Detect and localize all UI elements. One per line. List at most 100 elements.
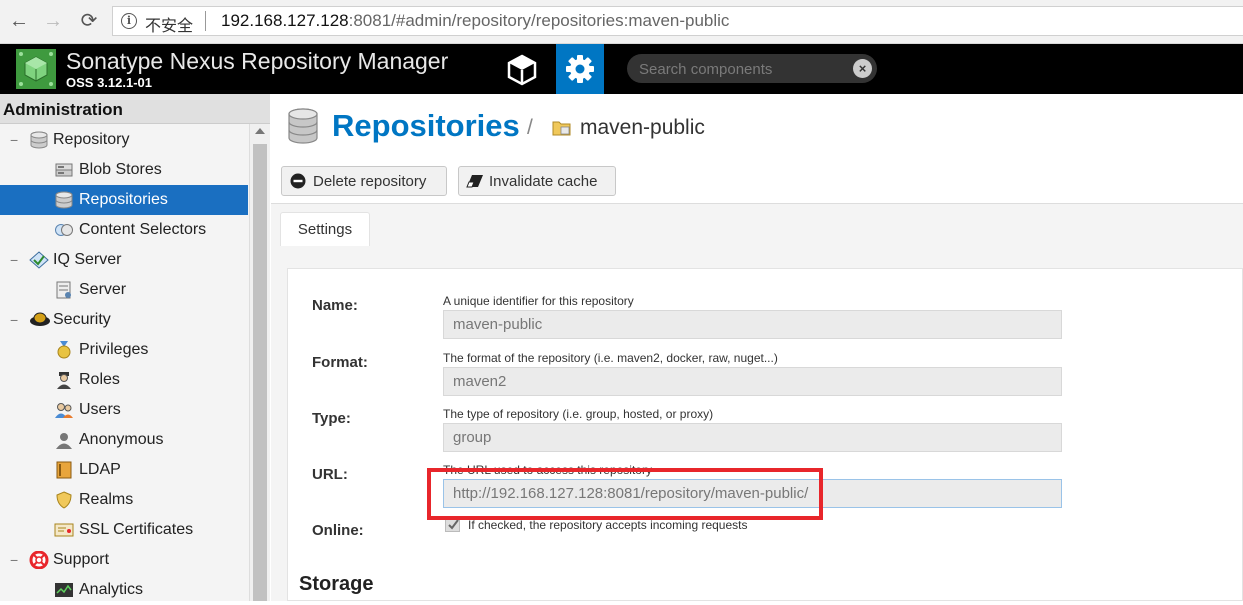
search-box[interactable]: × <box>627 54 877 83</box>
lifebuoy-icon <box>29 550 49 570</box>
medal-icon <box>54 341 74 359</box>
name-help: A unique identifier for this repository <box>443 294 634 308</box>
toolbar: Delete repository Invalidate cache <box>271 158 1243 204</box>
users-icon <box>54 401 74 419</box>
url-host: 192.168.127.128 <box>221 11 349 30</box>
database-icon <box>54 191 74 209</box>
insecure-label[interactable]: 不安全 <box>145 12 193 36</box>
eraser-icon <box>466 175 483 188</box>
name-field[interactable]: maven-public <box>443 310 1062 339</box>
sidebar-item-iq-server[interactable]: − IQ Server <box>0 245 248 275</box>
iq-server-icon <box>29 251 49 269</box>
folder-icon <box>552 121 571 136</box>
sidebar-item-label: Anonymous <box>79 431 164 448</box>
breadcrumb-current: maven-public <box>580 116 705 139</box>
ldap-icon <box>54 461 74 479</box>
invalidate-cache-label: Invalidate cache <box>489 173 598 190</box>
tab-settings[interactable]: Settings <box>280 212 370 246</box>
type-field[interactable]: group <box>443 423 1062 452</box>
anonymous-icon <box>54 431 74 449</box>
scroll-up-arrow-icon[interactable] <box>255 128 265 134</box>
type-help: The type of repository (i.e. group, host… <box>443 407 714 421</box>
sidebar-item-support[interactable]: − Support <box>0 545 248 575</box>
forward-arrow-icon[interactable]: → <box>40 8 66 34</box>
type-label: Type: <box>312 410 351 427</box>
breadcrumb-separator: / <box>527 116 533 139</box>
nexus-logo-icon[interactable] <box>16 49 56 89</box>
address-bar[interactable]: i 不安全 192.168.127.128:8081/#admin/reposi… <box>112 6 1243 36</box>
sidebar-item-realms[interactable]: Realms <box>0 485 248 515</box>
sidebar-item-anonymous[interactable]: Anonymous <box>0 425 248 455</box>
collapse-toggle-icon[interactable]: − <box>10 132 18 148</box>
format-field[interactable]: maven2 <box>443 367 1062 396</box>
settings-form: Name: A unique identifier for this repos… <box>287 268 1243 601</box>
scrollbar-thumb[interactable] <box>253 144 267 601</box>
cube-icon <box>507 54 537 86</box>
sidebar-item-ssl-certificates[interactable]: SSL Certificates <box>0 515 248 545</box>
admin-mode-button[interactable] <box>556 44 604 94</box>
page-title[interactable]: Repositories <box>332 108 520 144</box>
delete-repository-button[interactable]: Delete repository <box>281 166 447 196</box>
format-help: The format of the repository (i.e. maven… <box>443 351 778 365</box>
browser-bar: ← → ⟳ i 不安全 192.168.127.128:8081/#admin/… <box>0 0 1243 44</box>
shield-icon <box>54 491 74 509</box>
sidebar-item-repositories[interactable]: Repositories <box>0 185 248 215</box>
search-input[interactable] <box>639 59 839 79</box>
reload-icon[interactable]: ⟳ <box>76 8 102 34</box>
collapse-toggle-icon[interactable]: − <box>10 552 18 568</box>
blob-store-icon <box>54 161 74 179</box>
security-icon <box>29 311 50 329</box>
sidebar-item-label: Support <box>53 551 110 568</box>
back-arrow-icon[interactable]: ← <box>6 8 32 34</box>
collapse-toggle-icon[interactable]: − <box>10 312 18 328</box>
sidebar-item-label: Blob Stores <box>79 161 162 178</box>
collapse-toggle-icon[interactable]: − <box>10 252 18 268</box>
content-selector-icon <box>54 221 74 239</box>
server-icon <box>54 281 74 299</box>
role-icon <box>54 371 74 389</box>
storage-section-title: Storage <box>299 573 374 595</box>
sidebar: Administration − Repository Blob Stores Rep… <box>0 94 270 601</box>
app-header: Sonatype Nexus Repository Manager OSS 3.… <box>0 44 1243 94</box>
analytics-icon <box>54 581 74 599</box>
sidebar-item-label: SSL Certificates <box>79 521 194 538</box>
url-highlight-annotation <box>427 468 823 520</box>
url-path: :8081/#admin/repository/repositories:mav… <box>348 11 730 30</box>
online-help: If checked, the repository accepts incom… <box>468 518 748 532</box>
sidebar-item-blob-stores[interactable]: Blob Stores <box>0 155 248 185</box>
address-separator <box>205 11 206 31</box>
sidebar-item-label: Server <box>79 281 127 298</box>
app-version: OSS 3.12.1-01 <box>66 75 152 90</box>
sidebar-item-label: LDAP <box>79 461 121 478</box>
app-title: Sonatype Nexus Repository Manager <box>66 48 449 74</box>
database-icon <box>288 108 318 144</box>
sidebar-item-content-selectors[interactable]: Content Selectors <box>0 215 248 245</box>
format-label: Format: <box>312 354 368 371</box>
sidebar-title: Administration <box>0 94 270 124</box>
sidebar-item-label: IQ Server <box>53 251 122 268</box>
sidebar-item-label: Privileges <box>79 341 149 358</box>
invalidate-cache-button[interactable]: Invalidate cache <box>458 166 616 196</box>
breadcrumb: Repositories / maven-public <box>271 94 1243 158</box>
sidebar-item-label: Roles <box>79 371 120 388</box>
gear-icon <box>566 55 594 83</box>
sidebar-item-privileges[interactable]: Privileges <box>0 335 248 365</box>
sidebar-scrollbar[interactable] <box>249 124 270 601</box>
info-icon[interactable]: i <box>121 13 137 29</box>
sidebar-item-roles[interactable]: Roles <box>0 365 248 395</box>
database-icon <box>29 131 49 149</box>
sidebar-item-label: Repositories <box>79 191 168 208</box>
sidebar-item-security[interactable]: − Security <box>0 305 248 335</box>
sidebar-item-repository[interactable]: − Repository <box>0 125 248 155</box>
browse-mode-button[interactable] <box>500 44 544 94</box>
delete-repository-label: Delete repository <box>313 173 427 190</box>
sidebar-item-label: Repository <box>53 131 130 148</box>
sidebar-item-label: Analytics <box>79 581 144 598</box>
sidebar-item-ldap[interactable]: LDAP <box>0 455 248 485</box>
tabs-area: Settings Name: A unique identifier for t… <box>271 204 1243 601</box>
address-text[interactable]: 192.168.127.128:8081/#admin/repository/r… <box>221 11 729 31</box>
sidebar-item-users[interactable]: Users <box>0 395 248 425</box>
clear-search-icon[interactable]: × <box>853 59 872 78</box>
sidebar-item-server[interactable]: Server <box>0 275 248 305</box>
online-label: Online: <box>312 522 364 539</box>
